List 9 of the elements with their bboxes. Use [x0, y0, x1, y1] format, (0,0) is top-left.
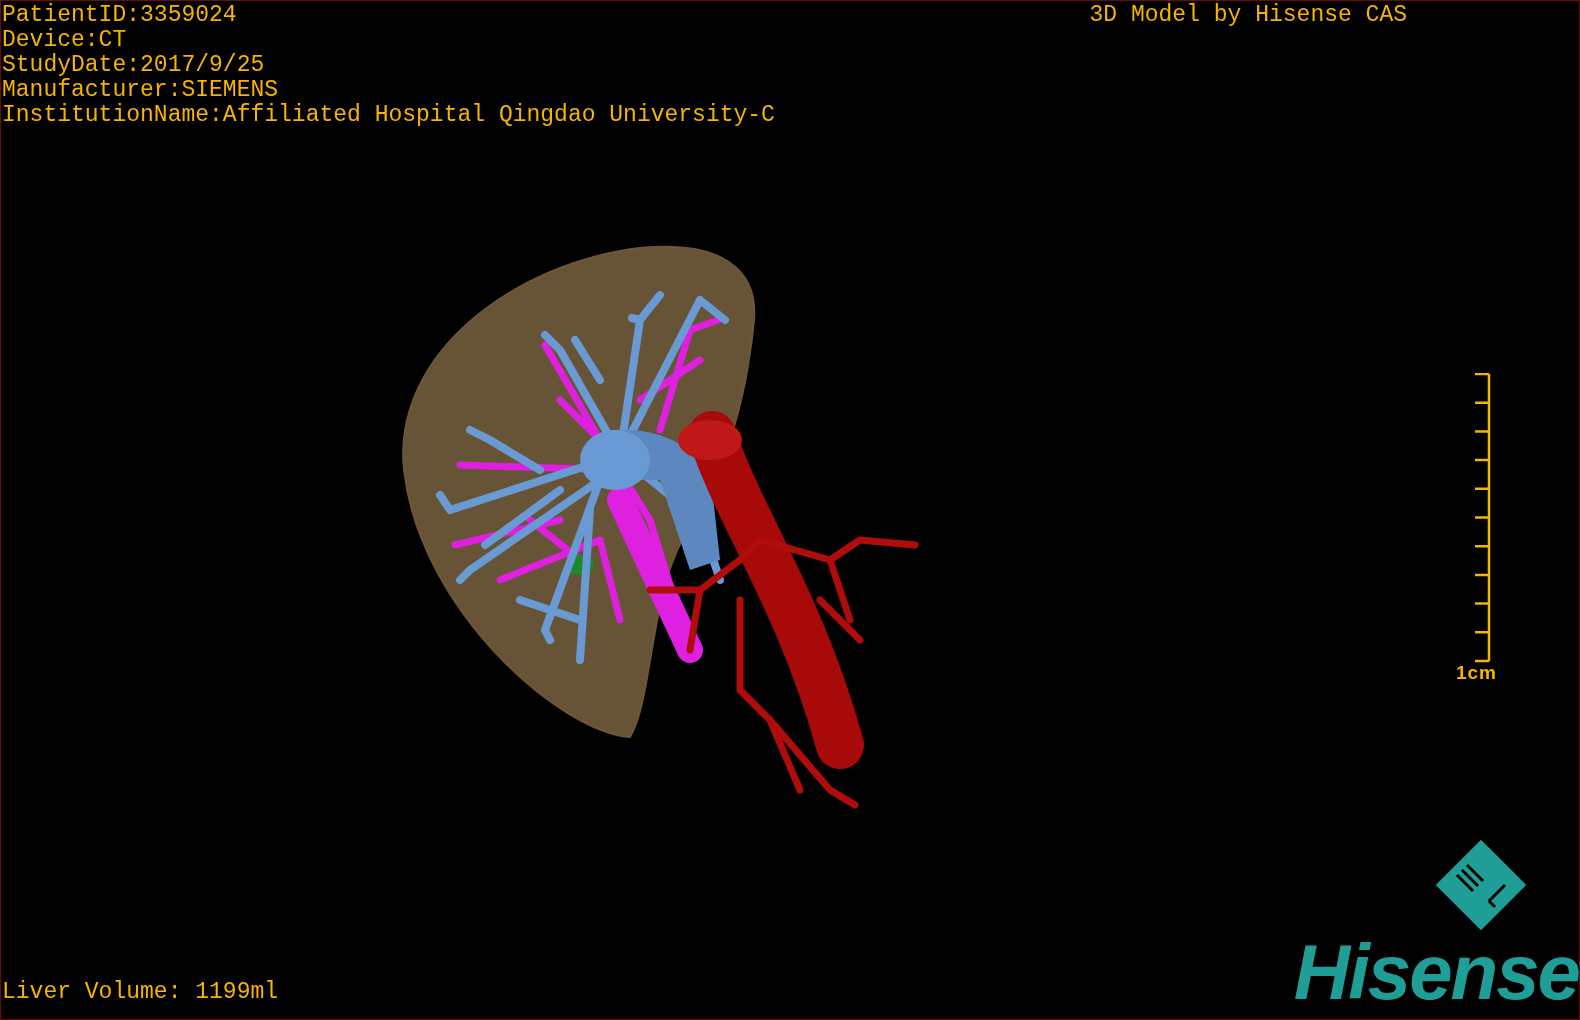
patient-info-line: PatientID:3359024 [2, 3, 238, 28]
liver-volume-label: Liver Volume: 1199ml [2, 980, 279, 1005]
scale-label: 1cm [1455, 663, 1497, 683]
brand-logo-text: Hisense [1293, 939, 1579, 1005]
patient-info-line: InstitutionName:Affiliated Hospital Qingdao University-C [2, 103, 775, 128]
patient-info-line: Device:CT [2, 28, 128, 53]
patient-info-line: Manufacturer:SIEMENS [2, 78, 280, 103]
patient-info-line: StudyDate:2017/9/25 [2, 53, 266, 78]
model-caption: 3D Model by Hisense CAS [1089, 3, 1407, 28]
